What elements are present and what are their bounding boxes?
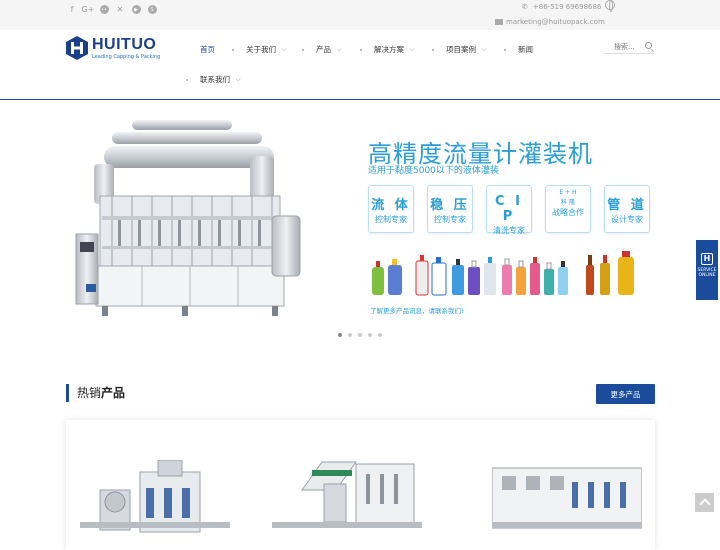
- youtube-icon[interactable]: ▶: [130, 3, 142, 15]
- nav-home-label: 首页: [200, 45, 215, 54]
- feature-caption: 战略合作: [552, 208, 584, 217]
- contact-email: marketing@huituopack.com: [495, 18, 605, 26]
- feature-caption: 清洗专家: [493, 226, 525, 235]
- carousel-dot[interactable]: [368, 333, 372, 337]
- product-card-image[interactable]: [80, 460, 230, 540]
- feature-caption: 控制专家: [375, 215, 407, 224]
- feature-title: E + H: [559, 189, 577, 196]
- feature-pipeline: 管 道 设计专家: [604, 185, 650, 233]
- feature-pressure-control: 稳 压 控制专家: [427, 185, 473, 233]
- search-placeholder: 搜索...: [614, 42, 635, 51]
- nav-cases-label: 项目案例: [446, 45, 476, 54]
- search-box[interactable]: 搜索...: [604, 40, 654, 54]
- skype-icon[interactable]: S: [146, 3, 158, 15]
- product-card-image[interactable]: [272, 460, 422, 540]
- email-address[interactable]: marketing@huituopack.com: [506, 18, 605, 26]
- language-globe-icon[interactable]: [605, 0, 615, 12]
- chevron-down-icon: ⌵: [282, 45, 287, 53]
- filling-machine-image: [75, 120, 301, 316]
- feature-partnership: E + H 科 隆 战略合作: [545, 185, 591, 233]
- section-title-bold: 产品: [101, 386, 126, 400]
- feature-title: 管 道: [607, 198, 647, 213]
- chevron-down-icon: ⌵: [337, 45, 342, 53]
- logo-tagline: Leading Capping & Packing: [92, 53, 161, 60]
- flickr-icon[interactable]: ••: [98, 3, 110, 15]
- nav-solutions-label: 解决方案: [374, 45, 404, 54]
- x-icon[interactable]: ✕: [114, 3, 126, 15]
- feature-fluid-control: 流 体 控制专家: [368, 185, 414, 233]
- banner-contact-link[interactable]: 了解更多产品讯息，请联系我们!: [370, 305, 464, 315]
- nav-contact[interactable]: 联系我们 ⌵: [186, 74, 241, 85]
- more-products-button[interactable]: 更多产品: [596, 384, 655, 404]
- feature-caption: 设计专家: [611, 215, 643, 224]
- nav-about-label: 关于我们: [246, 45, 276, 54]
- google-plus-icon[interactable]: G+: [82, 3, 95, 15]
- service-logo-icon: [701, 253, 713, 265]
- nav-cases[interactable]: 项目案例 ⌵: [432, 44, 487, 55]
- feature-brand: 科 隆: [561, 199, 575, 206]
- product-bottles-image: [372, 251, 634, 296]
- facebook-icon[interactable]: f: [66, 3, 78, 15]
- section-title-prefix: 热销: [77, 386, 102, 400]
- section-title: 热销产品: [66, 384, 125, 402]
- carousel-dot[interactable]: [358, 333, 362, 337]
- service-line2: ONLINE: [698, 273, 716, 278]
- nav-separator: [232, 48, 234, 51]
- nav-separator: [360, 48, 362, 51]
- phone-number: +86-519 69698686: [532, 3, 602, 11]
- nav-separator: [432, 48, 434, 51]
- feature-cip: C I P 清洗专家: [486, 185, 532, 235]
- feature-title: 流 体: [371, 198, 411, 213]
- carousel-dot[interactable]: [348, 333, 352, 337]
- nav-news-label: 新闻: [518, 45, 533, 54]
- nav-products-label: 产品: [316, 45, 331, 54]
- logo[interactable]: HUITUO Leading Capping & Packing: [66, 36, 160, 60]
- back-to-top-button[interactable]: [695, 493, 714, 512]
- nav-separator: [186, 78, 188, 81]
- social-links: f G+ •• ✕ ▶ S: [66, 3, 158, 15]
- products-carousel: [66, 420, 655, 550]
- carousel-dot[interactable]: [338, 333, 342, 337]
- carousel-dots: [338, 333, 382, 337]
- nav-home[interactable]: 首页: [200, 44, 215, 55]
- chevron-down-icon: ⌵: [410, 45, 415, 53]
- nav-solutions[interactable]: 解决方案 ⌵: [360, 44, 415, 55]
- carousel-dot[interactable]: [378, 333, 382, 337]
- service-online-widget[interactable]: SERVICE ONLINE: [696, 240, 718, 300]
- feature-title: C I P: [495, 194, 523, 224]
- chevron-down-icon: ⌵: [482, 45, 487, 53]
- contact-phone: ✆ +86-519 69698686: [522, 3, 601, 11]
- nav-news[interactable]: 新闻: [504, 44, 533, 55]
- feature-caption: 控制专家: [434, 215, 466, 224]
- hero-banner[interactable]: 高精度流量计灌装机 适用于黏度5000以下的液体灌装 流 体 控制专家 稳 压 …: [0, 101, 720, 341]
- top-bar: f G+ •• ✕ ▶ S ✆ +86-519 69698686 marketi…: [0, 0, 720, 30]
- product-card-image[interactable]: [492, 460, 642, 540]
- chevron-down-icon: ⌵: [236, 75, 241, 83]
- nav-products[interactable]: 产品 ⌵: [302, 44, 342, 55]
- feature-title: 稳 压: [430, 198, 470, 213]
- phone-icon: ✆: [522, 3, 528, 11]
- envelope-icon: [495, 19, 503, 25]
- nav-separator: [302, 48, 304, 51]
- nav-separator: [504, 48, 506, 51]
- nav-about[interactable]: 关于我们 ⌵: [232, 44, 287, 55]
- banner-subtitle: 适用于黏度5000以下的液体灌装: [368, 166, 499, 176]
- nav-contact-label: 联系我们: [200, 75, 230, 84]
- logo-name: HUITUO: [92, 35, 157, 53]
- search-icon[interactable]: [645, 42, 652, 49]
- logo-mark-icon: [66, 36, 88, 60]
- site-header: HUITUO Leading Capping & Packing 首页 关于我们…: [0, 30, 720, 100]
